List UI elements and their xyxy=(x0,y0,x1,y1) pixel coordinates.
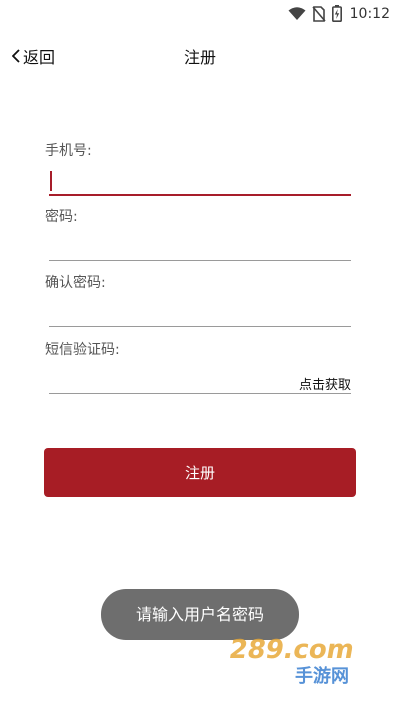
status-bar: 10:12 xyxy=(0,0,400,28)
status-time: 10:12 xyxy=(349,5,390,22)
sms-code-underline xyxy=(49,393,351,394)
phone-input[interactable] xyxy=(49,166,351,196)
phone-field: 手机号: xyxy=(45,140,351,196)
password-field: 密码: xyxy=(45,206,351,262)
sms-code-field: 短信验证码: 点击获取 xyxy=(45,339,351,395)
watermark-text: 289.com xyxy=(227,635,357,665)
wifi-icon xyxy=(288,6,306,20)
watermark-subtext: 手游网 xyxy=(295,665,349,687)
page-title: 注册 xyxy=(183,48,216,67)
register-button[interactable]: 注册 xyxy=(44,448,356,497)
text-cursor xyxy=(50,171,52,191)
status-icons: 10:12 xyxy=(288,5,390,22)
app-header: 返回 注册 xyxy=(0,36,400,72)
password-input[interactable] xyxy=(49,232,351,261)
chevron-left-icon xyxy=(12,49,20,63)
get-code-button[interactable]: 点击获取 xyxy=(299,374,351,393)
battery-charging-icon xyxy=(331,5,342,22)
phone-label: 手机号: xyxy=(45,143,92,159)
sms-code-label: 短信验证码: xyxy=(45,342,120,358)
confirm-password-label: 确认密码: xyxy=(45,275,106,291)
site-watermark-logo: 289.com 手游网 xyxy=(225,630,385,690)
no-sim-icon xyxy=(312,5,326,22)
password-label: 密码: xyxy=(45,209,78,225)
sms-code-input[interactable] xyxy=(49,365,281,393)
back-label: 返回 xyxy=(23,48,56,67)
confirm-password-field: 确认密码: xyxy=(45,272,351,328)
confirm-password-input[interactable] xyxy=(49,298,351,327)
back-button[interactable]: 返回 xyxy=(12,44,55,68)
